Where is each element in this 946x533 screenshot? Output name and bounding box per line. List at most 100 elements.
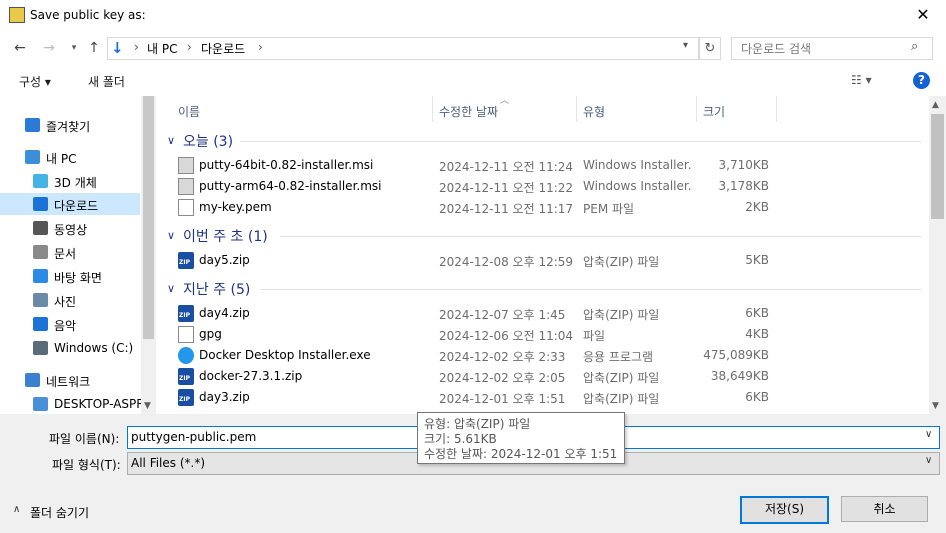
file-name: my-key.pem: [199, 200, 272, 214]
file-size: 38,649KB: [710, 369, 769, 383]
refresh-icon[interactable]: ↻: [699, 37, 721, 60]
sidebar-item-6[interactable]: 바탕 화면: [0, 265, 140, 287]
group-header[interactable]: 지난 주 (5): [183, 279, 250, 299]
file-size: 6KB: [745, 306, 769, 320]
recent-dropdown-icon[interactable]: ▾: [64, 38, 84, 58]
file-date: 2024-12-01 오후 1:51: [439, 392, 566, 406]
column-divider[interactable]: [576, 96, 577, 122]
file-type: 압축(ZIP) 파일: [583, 392, 660, 406]
column-divider[interactable]: [432, 96, 433, 122]
address-bar[interactable]: [107, 37, 699, 60]
scroll-up-icon[interactable]: ▲: [932, 100, 939, 110]
new-folder-button[interactable]: 새 폴더: [88, 73, 125, 90]
breadcrumb-pc[interactable]: 내 PC: [147, 40, 177, 57]
file-row[interactable]: day4.zip 2024-12-07 오후 1:45 압축(ZIP) 파일 6KB: [170, 303, 926, 324]
group-collapse-icon[interactable]: ∨: [167, 229, 175, 242]
sidebar-item-5[interactable]: 문서: [0, 241, 140, 263]
column-divider[interactable]: [696, 96, 697, 122]
file-name: day4.zip: [199, 306, 250, 320]
sidebar-item-4[interactable]: 동영상: [0, 217, 140, 239]
file-name: gpg: [199, 327, 222, 341]
file-name: day5.zip: [199, 253, 250, 267]
group-divider: [280, 236, 921, 237]
sidebar-item-label: 동영상: [54, 223, 88, 237]
nav-scrollbar-thumb[interactable]: [143, 96, 154, 339]
forward-arrow-icon[interactable]: →: [39, 38, 59, 58]
sidebar-item-1[interactable]: 내 PC: [0, 146, 140, 168]
sidebar-item-2[interactable]: 3D 개체: [0, 170, 140, 192]
download-icon: [33, 197, 48, 211]
file-type: PEM 파일: [583, 202, 635, 216]
filetype-dropdown-icon[interactable]: ∨: [925, 455, 932, 466]
sidebar-item-11[interactable]: DESKTOP-ASPR: [0, 393, 145, 415]
file-row[interactable]: gpg 2024-12-06 오전 11:04 파일 4KB: [170, 324, 926, 345]
file-name: putty-arm64-0.82-installer.msi: [199, 179, 382, 193]
file-row[interactable]: day3.zip 2024-12-01 오후 1:51 압축(ZIP) 파일 6KB: [170, 387, 926, 408]
scroll-down-icon[interactable]: ▼: [932, 401, 939, 411]
group-collapse-icon[interactable]: ∨: [167, 282, 175, 295]
group-header[interactable]: 이번 주 초 (1): [183, 226, 268, 246]
sidebar-item-8[interactable]: 음악: [0, 313, 140, 335]
sidebar-item-10[interactable]: 네트워크: [0, 369, 140, 391]
file-type: 압축(ZIP) 파일: [583, 371, 660, 385]
hide-folders-chevron-icon[interactable]: ∧: [13, 504, 20, 515]
group-header[interactable]: 오늘 (3): [183, 131, 233, 151]
file-list-scrollbar-thumb[interactable]: [931, 114, 944, 219]
zip-file-icon: [178, 252, 194, 269]
filename-dropdown-icon[interactable]: ∨: [925, 429, 932, 440]
filename-value[interactable]: puttygen-public.pem: [131, 430, 256, 444]
column-type[interactable]: 유형: [583, 103, 605, 120]
column-divider[interactable]: [776, 96, 777, 122]
file-type: 압축(ZIP) 파일: [583, 255, 660, 269]
breadcrumb-downloads[interactable]: 다운로드: [201, 40, 245, 57]
address-dropdown-icon[interactable]: ▾: [683, 40, 688, 51]
organize-button[interactable]: 구성 ▾: [19, 73, 51, 90]
desktop-icon: [33, 269, 48, 283]
putty-app-icon: [9, 7, 25, 23]
pem-file-icon: [178, 199, 194, 216]
sidebar-item-label: 문서: [54, 247, 77, 261]
cancel-button[interactable]: 취소: [841, 496, 928, 522]
file-date: 2024-12-11 오전 11:24: [439, 160, 574, 174]
back-arrow-icon[interactable]: ←: [10, 38, 30, 58]
file-row[interactable]: Docker Desktop Installer.exe 2024-12-02 오…: [170, 345, 926, 366]
group-collapse-icon[interactable]: ∨: [167, 134, 175, 147]
sidebar-item-3[interactable]: 다운로드: [0, 193, 140, 215]
file-size: 5KB: [745, 253, 769, 267]
file-info-tooltip: 유형: 압축(ZIP) 파일 크기: 5.61KB 수정한 날짜: 2024-1…: [417, 412, 625, 464]
filename-label: 파일 이름(N):: [49, 432, 120, 446]
music-icon: [33, 317, 48, 331]
file-date: 2024-12-11 오전 11:22: [439, 181, 574, 195]
file-row[interactable]: putty-arm64-0.82-installer.msi 2024-12-11…: [170, 176, 926, 197]
group-divider: [260, 289, 921, 290]
sidebar-item-0[interactable]: 즐겨찾기: [0, 114, 140, 136]
sidebar-item-7[interactable]: 사진: [0, 289, 140, 311]
file-row[interactable]: my-key.pem 2024-12-11 오전 11:17 PEM 파일 2KB: [170, 197, 926, 218]
breadcrumb-chevron-icon: ›: [187, 40, 192, 54]
file-row[interactable]: day5.zip 2024-12-08 오후 12:59 압축(ZIP) 파일 5KB: [170, 250, 926, 271]
file-row[interactable]: putty-64bit-0.82-installer.msi 2024-12-11…: [170, 155, 926, 176]
pc-icon: [25, 150, 40, 164]
window-title: Save public key as:: [30, 8, 146, 22]
file-row[interactable]: docker-27.3.1.zip 2024-12-02 오후 2:05 압축(ZI…: [170, 366, 926, 387]
column-name[interactable]: 이름: [178, 103, 200, 120]
nav-scroll-down-icon[interactable]: ▼: [144, 401, 151, 411]
close-button[interactable]: ✕: [910, 3, 936, 27]
breadcrumb-chevron-icon: ›: [258, 40, 263, 54]
help-icon[interactable]: ?: [913, 72, 930, 89]
view-options-icon[interactable]: ☷ ▾: [851, 73, 872, 87]
hide-folders-button[interactable]: 폴더 숨기기: [30, 504, 89, 521]
file-date: 2024-12-06 오전 11:04: [439, 329, 574, 343]
picture-icon: [33, 293, 48, 307]
file-size: 475,089KB: [703, 348, 769, 362]
column-size[interactable]: 크기: [703, 103, 725, 120]
filetype-value[interactable]: All Files (*.*): [131, 456, 205, 470]
file-date: 2024-12-11 오전 11:17: [439, 202, 574, 216]
pem-file-icon: [178, 326, 194, 343]
save-button[interactable]: 저장(S): [740, 496, 829, 524]
sidebar-item-label: 다운로드: [54, 199, 99, 213]
up-arrow-icon[interactable]: ↑: [84, 38, 104, 58]
column-date[interactable]: 수정한 날짜: [439, 103, 498, 120]
search-icon[interactable]: ⌕: [911, 39, 918, 54]
sidebar-item-9[interactable]: Windows (C:): [0, 337, 140, 359]
